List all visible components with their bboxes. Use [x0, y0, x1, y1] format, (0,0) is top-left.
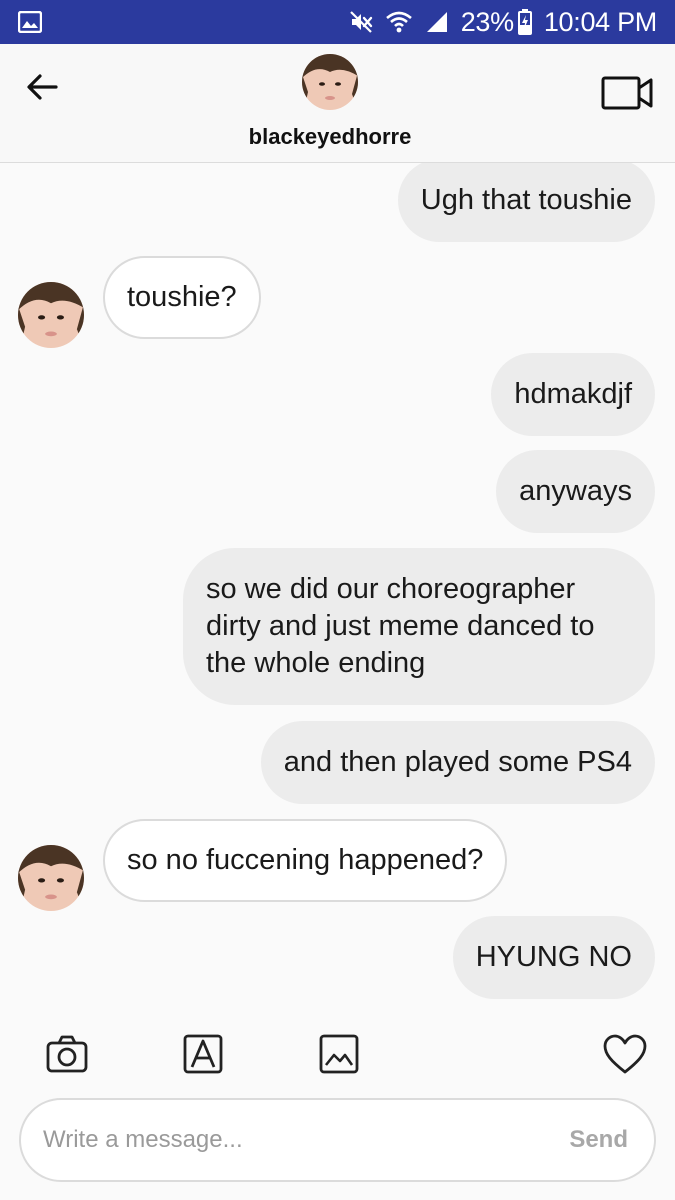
send-button[interactable]: Send — [569, 1126, 628, 1154]
header-avatar[interactable] — [302, 54, 358, 110]
text-style-icon — [183, 1034, 223, 1074]
status-time: 10:04 PM — [543, 6, 657, 37]
like-button[interactable] — [603, 1033, 647, 1077]
video-call-button[interactable] — [601, 74, 655, 112]
video-camera-icon — [601, 76, 653, 110]
status-right: 23% 10:04 PM — [349, 7, 657, 38]
back-arrow-icon — [27, 74, 58, 100]
battery-percent: 23% — [460, 6, 514, 37]
gallery-button[interactable] — [318, 1033, 362, 1077]
camera-button[interactable] — [45, 1033, 89, 1077]
status-bar: 23% 10:04 PM — [0, 0, 675, 44]
text-style-button[interactable] — [182, 1033, 226, 1077]
signal-icon — [426, 12, 447, 32]
message-bubble-received[interactable]: toushie? — [103, 256, 261, 339]
gallery-icon — [319, 1034, 359, 1074]
image-icon — [18, 11, 42, 33]
mute-icon — [349, 11, 372, 33]
sender-avatar[interactable] — [18, 282, 84, 348]
message-composer: Send — [19, 1098, 656, 1182]
battery-group: 23% — [461, 7, 532, 38]
message-bubble-sent[interactable]: HYUNG NO — [452, 916, 655, 999]
message-bubble-sent[interactable]: hdmakdjf — [491, 353, 655, 436]
message-bubble-received[interactable]: so no fuccening happened? — [103, 819, 508, 902]
back-button[interactable] — [22, 66, 62, 106]
thread-header: blackeyedhorre — [0, 44, 675, 163]
heart-icon — [603, 1034, 647, 1074]
sender-avatar[interactable] — [18, 845, 84, 911]
thread-username[interactable]: blackeyedhorre — [0, 124, 660, 150]
battery-charging-icon — [517, 9, 532, 35]
message-bubble-sent[interactable]: so we did our choreographer dirty and ju… — [183, 548, 655, 705]
message-bubble-sent[interactable]: and then played some PS4 — [260, 721, 655, 804]
wifi-icon — [385, 11, 412, 33]
camera-icon — [46, 1035, 88, 1073]
message-bubble-sent[interactable]: Ugh that toushie — [397, 163, 655, 242]
message-input[interactable] — [43, 1100, 523, 1180]
message-list[interactable]: Ugh that toushie toushie? hdmakdjf anywa… — [0, 163, 675, 1013]
status-left — [18, 11, 42, 33]
message-bubble-sent[interactable]: anyways — [496, 450, 655, 533]
